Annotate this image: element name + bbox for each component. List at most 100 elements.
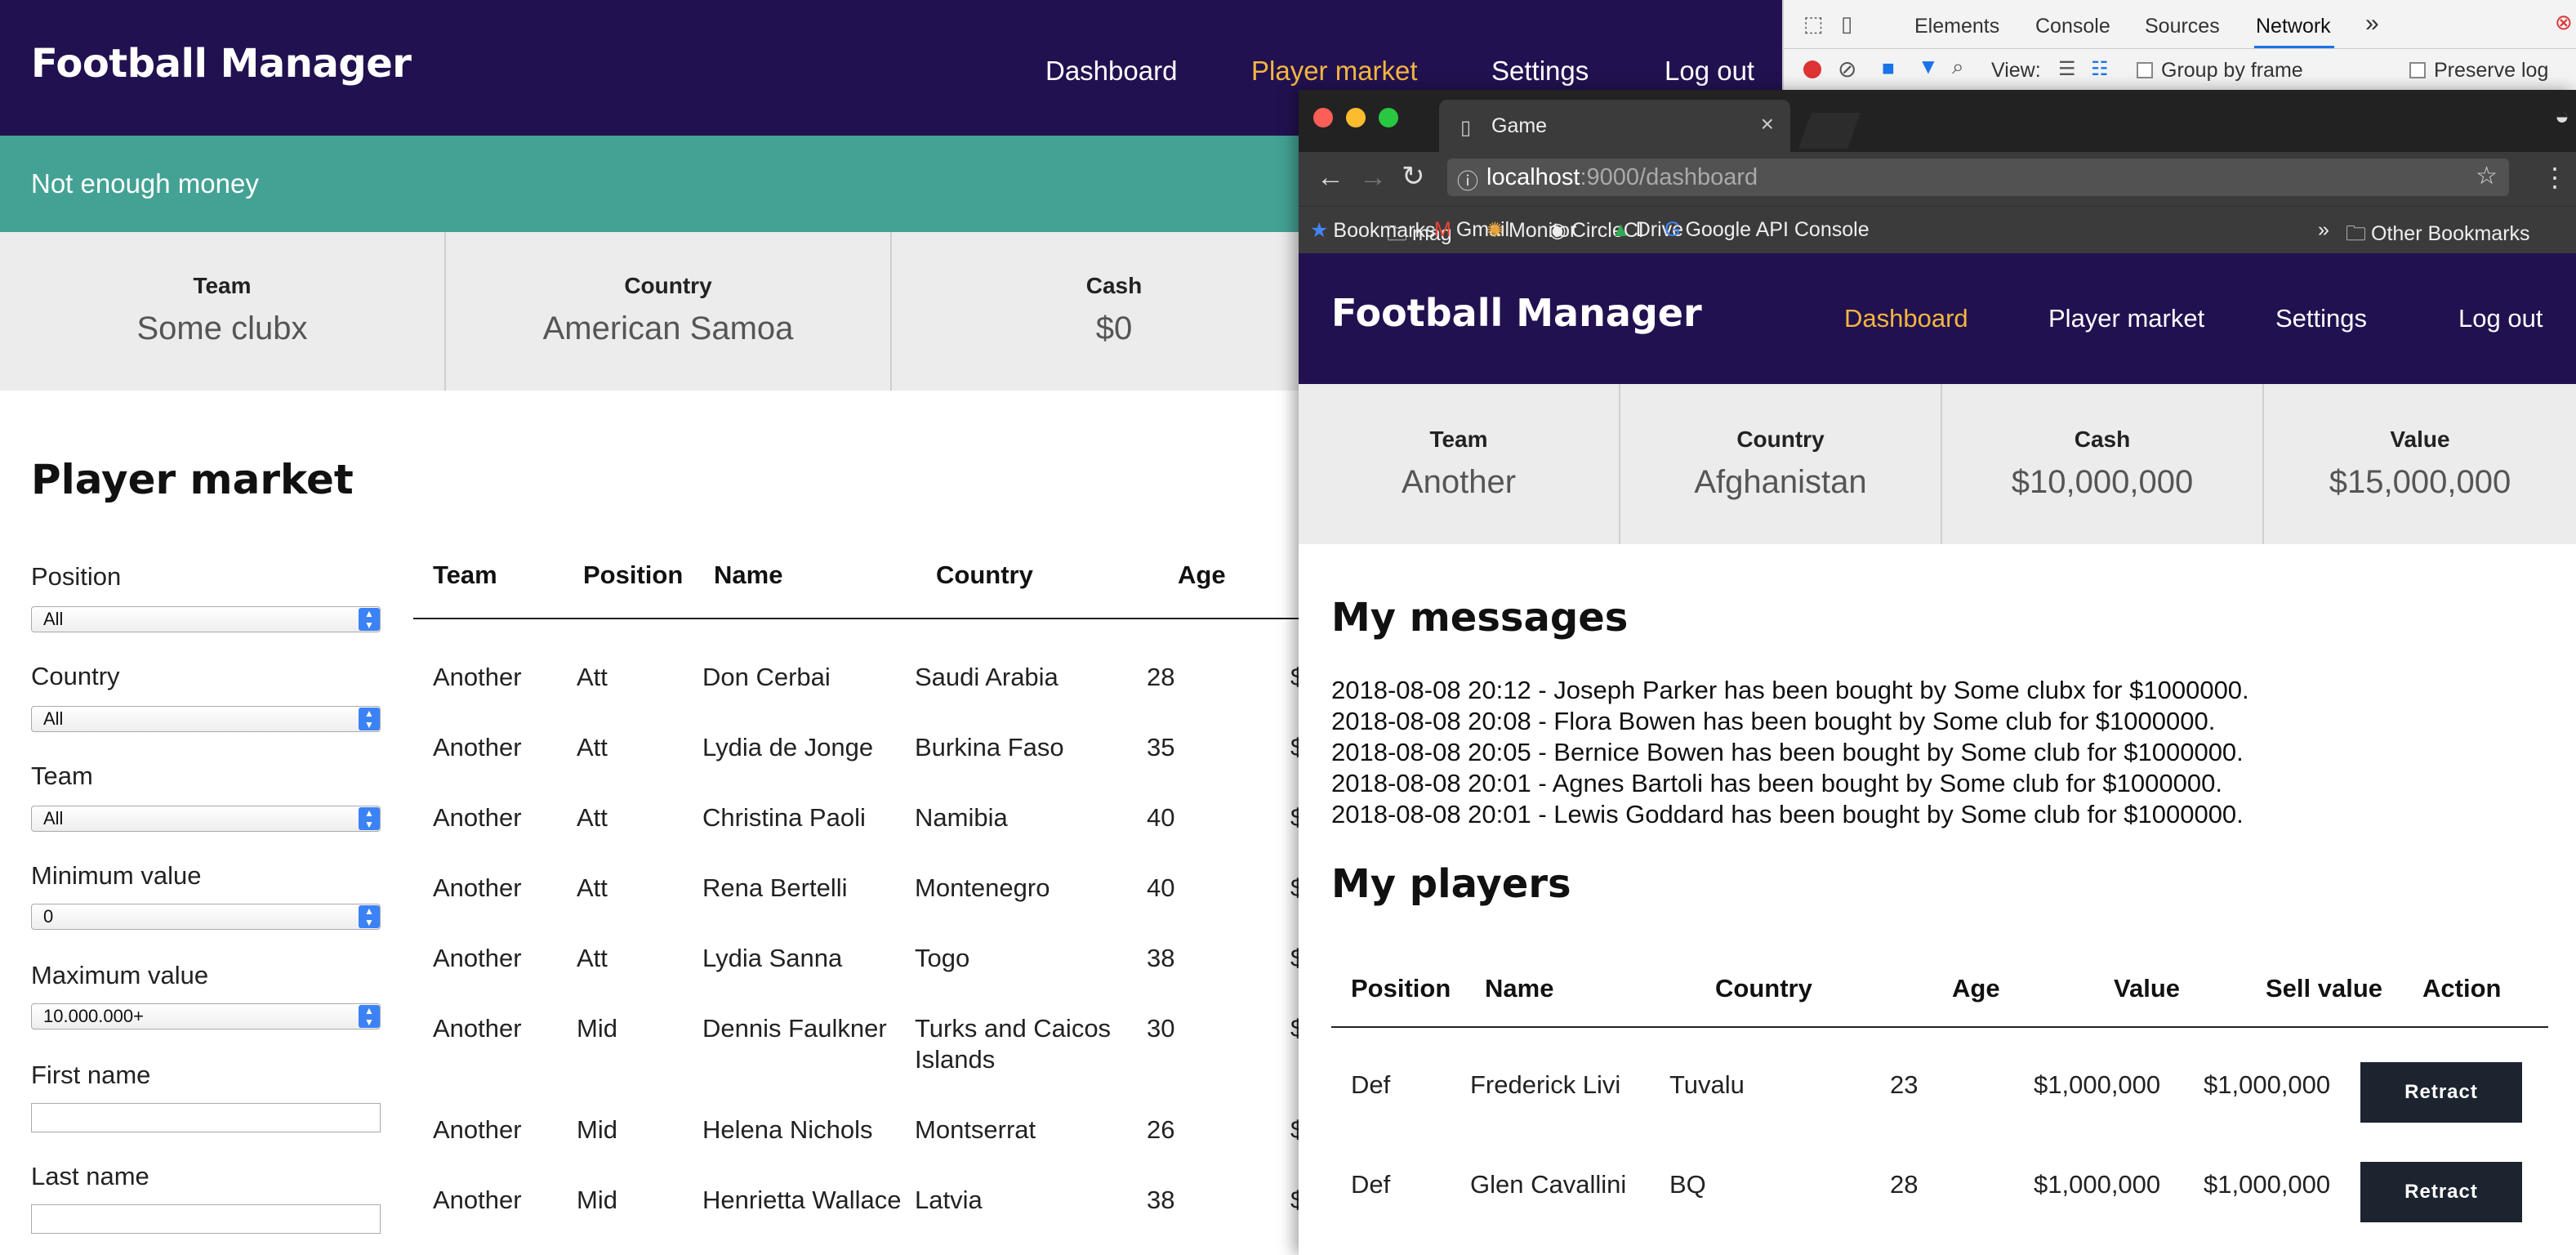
- nav-dashboard[interactable]: Dashboard: [1045, 56, 1177, 87]
- table-header-divider: [1331, 1026, 2548, 1028]
- stat-cash: Cash $10,000,000: [1942, 384, 2264, 544]
- column-header-name[interactable]: Name: [1485, 974, 1553, 1003]
- column-header-age[interactable]: Age: [1952, 974, 2000, 1003]
- new-tab-button[interactable]: [1798, 113, 1861, 149]
- devtools-tab-console[interactable]: Console: [2035, 15, 2110, 38]
- retract-button[interactable]: Retract: [2360, 1062, 2522, 1123]
- minimize-window-icon[interactable]: [1346, 108, 1366, 127]
- bookmark-other-bookmarks[interactable]: 🗀 Other Bookmarks: [2346, 218, 2530, 253]
- nav-logout[interactable]: Log out: [2458, 304, 2543, 333]
- select-arrows-icon: ▲ ▼: [359, 1005, 380, 1028]
- filter-last-name-input[interactable]: [31, 1204, 381, 1234]
- inspect-element-icon[interactable]: ⬚: [1803, 11, 1824, 37]
- row-age: 30: [1147, 1014, 1175, 1043]
- row-country: Saudi Arabia: [915, 663, 1058, 691]
- row-position: Att: [577, 663, 608, 691]
- column-header-country[interactable]: Country: [1715, 974, 1812, 1003]
- column-header-country[interactable]: Country: [936, 561, 1033, 590]
- column-header-age[interactable]: Age: [1178, 561, 1226, 590]
- waterfall-icon[interactable]: ☷: [2091, 57, 2109, 81]
- select-value: All: [43, 808, 64, 828]
- nav-player-market[interactable]: Player market: [2048, 304, 2204, 333]
- address-bar[interactable]: ⓘ localhost:9000/dashboard ☆: [1447, 159, 2509, 196]
- clear-icon[interactable]: ⊘: [1838, 56, 1856, 83]
- page-title: Player market: [31, 456, 354, 503]
- row-team: Another: [433, 873, 522, 902]
- filter-position-select[interactable]: All ▲ ▼: [31, 606, 381, 632]
- column-header-value[interactable]: Value: [2114, 974, 2180, 1003]
- filter-country-select[interactable]: All ▲ ▼: [31, 706, 381, 732]
- error-count-icon[interactable]: ⊗: [2555, 10, 2573, 35]
- back-arrow-icon[interactable]: ←: [1317, 162, 1344, 194]
- message-item: 2018-08-08 20:01 - Agnes Bartoli has bee…: [1331, 769, 2222, 797]
- nav-settings[interactable]: Settings: [2275, 304, 2367, 333]
- close-tab-icon[interactable]: ×: [1761, 111, 1774, 137]
- bookmark-google-api-console[interactable]: G Google API Console: [1665, 218, 1870, 242]
- info-icon[interactable]: ⓘ: [1457, 165, 1478, 195]
- player-country: Tuvalu: [1669, 1070, 1745, 1099]
- bookmarks-bar: ★ Bookmarks 🗀 mag M Gmail ✺ Monitor ◉ CircleC…: [1299, 206, 2576, 253]
- browser-menu-icon[interactable]: ⋮: [2542, 162, 2568, 193]
- close-window-icon[interactable]: [1313, 108, 1333, 127]
- row-country: Turks and Caicos Islands: [915, 1014, 1112, 1074]
- filter-max-value-select[interactable]: 10.000.000+ ▲ ▼: [31, 1003, 381, 1029]
- circleci-icon: ◉: [1549, 219, 1567, 242]
- nav-logout[interactable]: Log out: [1665, 56, 1754, 87]
- player-name: Frederick Livi: [1470, 1070, 1621, 1099]
- forward-arrow-icon[interactable]: →: [1359, 162, 1387, 194]
- nav-dashboard[interactable]: Dashboard: [1844, 304, 1968, 333]
- brand-logo[interactable]: Football Manager: [31, 41, 412, 87]
- filter-min-value-select[interactable]: 0 ▲ ▼: [31, 904, 381, 930]
- stat-team: Team Some clubx: [0, 232, 446, 391]
- retract-button[interactable]: Retract: [2360, 1162, 2522, 1222]
- column-header-name[interactable]: Name: [714, 561, 782, 590]
- view-label: View:: [1991, 59, 2041, 82]
- nav-settings[interactable]: Settings: [1491, 56, 1589, 87]
- record-icon[interactable]: [1803, 60, 1821, 78]
- column-header-position[interactable]: Position: [1351, 974, 1451, 1003]
- devtools-tab-network[interactable]: Network: [2256, 15, 2331, 38]
- select-value: All: [43, 708, 64, 729]
- browser-tab-game[interactable]: ▯ Game ×: [1439, 100, 1790, 152]
- stat-value: Some clubx: [136, 310, 308, 346]
- device-toolbar-icon[interactable]: ▯: [1841, 11, 1852, 37]
- filter-icon[interactable]: ▼: [1918, 54, 1939, 79]
- stat-label: Team: [193, 273, 252, 298]
- player-value: $1,000,000: [2034, 1070, 2161, 1099]
- brand-logo[interactable]: Football Manager: [1331, 291, 1702, 335]
- column-header-team[interactable]: Team: [433, 561, 497, 590]
- filter-first-name-input[interactable]: [31, 1103, 381, 1132]
- nav-player-market[interactable]: Player market: [1251, 56, 1418, 87]
- stat-country: Country American Samoa: [446, 232, 892, 391]
- reload-icon[interactable]: ↻: [1402, 160, 1425, 193]
- player-sell-value: $1,000,000: [2204, 1170, 2331, 1199]
- message-item: 2018-08-08 20:05 - Bernice Bowen has bee…: [1331, 738, 2244, 766]
- notification-text: Not enough money: [31, 168, 259, 199]
- stat-label: Cash: [2074, 427, 2131, 452]
- stat-value: Afghanistan: [1694, 464, 1867, 500]
- row-country: Montserrat: [915, 1115, 1036, 1144]
- address-url: localhost:9000/dashboard: [1486, 164, 1758, 190]
- select-arrows-icon: ▲ ▼: [359, 905, 380, 928]
- column-header-action[interactable]: Action: [2422, 974, 2501, 1003]
- row-name: Lydia de Jonge: [702, 733, 874, 761]
- search-icon[interactable]: ⌕: [1952, 54, 1964, 80]
- filter-team-select[interactable]: All ▲ ▼: [31, 806, 381, 832]
- row-position: Mid: [577, 1186, 617, 1214]
- player-name: Glen Cavallini: [1470, 1170, 1627, 1199]
- maximize-window-icon[interactable]: [1379, 108, 1398, 127]
- screenshot-camera-icon[interactable]: ■: [1882, 56, 1895, 81]
- bookmark-star-icon[interactable]: ☆: [2476, 162, 2498, 190]
- large-rows-icon[interactable]: ☰: [2058, 57, 2076, 81]
- preserve-log-checkbox[interactable]: [2409, 62, 2426, 78]
- message-item: 2018-08-08 20:01 - Lewis Goddard has bee…: [1331, 800, 2244, 828]
- group-by-frame-checkbox[interactable]: [2137, 62, 2153, 78]
- devtools-tab-elements[interactable]: Elements: [1914, 15, 1999, 38]
- filter-last-name-label: Last name: [31, 1162, 149, 1190]
- devtools-more-tabs[interactable]: »: [2365, 10, 2379, 38]
- column-header-position[interactable]: Position: [583, 561, 683, 590]
- row-name: Lydia Sanna: [702, 944, 843, 972]
- column-header-sell-value[interactable]: Sell value: [2266, 974, 2382, 1003]
- bookmarks-overflow[interactable]: »: [2318, 218, 2329, 242]
- devtools-tab-sources[interactable]: Sources: [2145, 15, 2220, 38]
